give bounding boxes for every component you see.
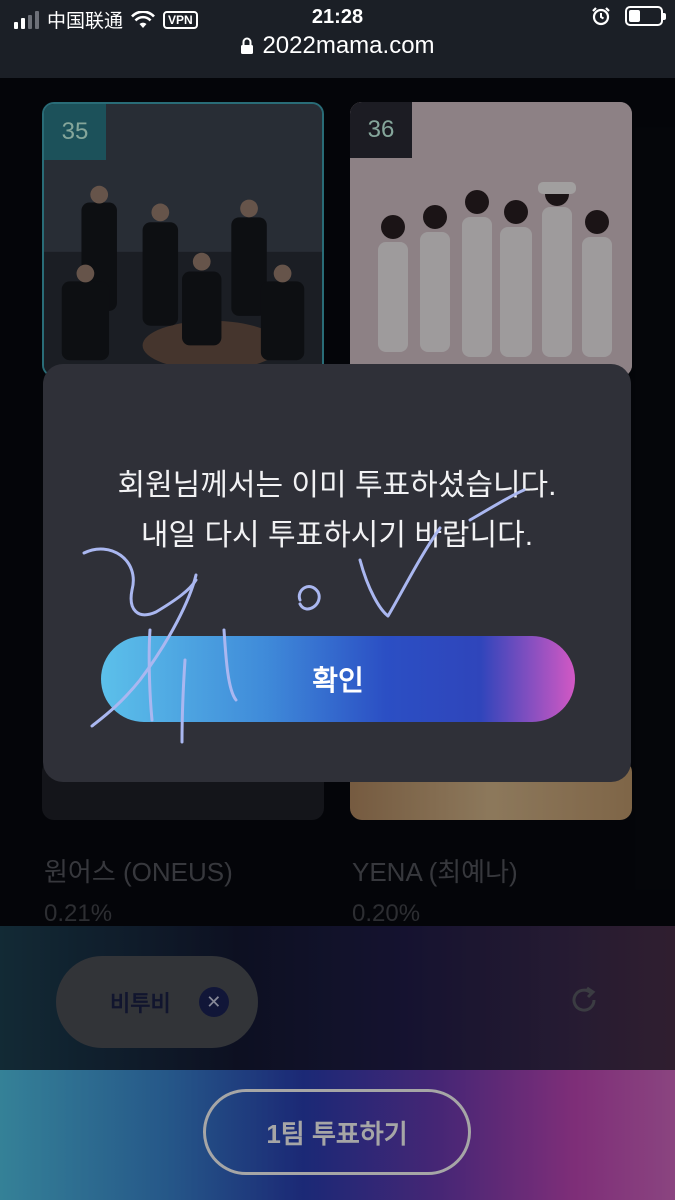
dialog-message-line-2: 내일 다시 투표하시기 바랍니다. — [140, 519, 534, 552]
lock-icon — [241, 37, 254, 54]
clock: 21:28 — [311, 6, 364, 28]
artist-name: 원어스 (ONEUS) — [44, 857, 233, 887]
artist-percent: 0.21% — [44, 900, 113, 927]
artist-name: YENA (최예나) — [352, 857, 518, 887]
chip-label: 비투비 — [110, 991, 171, 1016]
status-right — [591, 6, 666, 26]
battery-icon — [625, 6, 666, 26]
selected-artist-chip[interactable]: 비투비 ✕ — [56, 956, 258, 1048]
artist-card-1[interactable]: 35 — [42, 102, 324, 377]
rank-badge: 36 — [350, 102, 412, 158]
battery-level — [629, 10, 640, 22]
already-voted-dialog: 회원님께서는 이미 투표하셨습니다. 내일 다시 투표하시기 바랍니다. 확인 — [43, 364, 631, 782]
selection-bar: 비투비 ✕ — [0, 926, 675, 1070]
status-bar: 中国联通 VPN 21:28 2022mama.com — [0, 0, 675, 78]
artist-percent: 0.20% — [352, 900, 421, 927]
vote-button[interactable]: 1팀 투표하기 — [203, 1089, 471, 1175]
confirm-button[interactable]: 확인 — [101, 636, 575, 722]
refresh-icon[interactable] — [566, 982, 602, 1018]
dialog-message-line-1: 회원님께서는 이미 투표하셨습니다. — [117, 469, 557, 502]
vote-bar: 1팀 투표하기 — [0, 1070, 675, 1200]
close-icon[interactable]: ✕ — [198, 987, 229, 1017]
screen: 中国联通 VPN 21:28 2022mama.com 35 36 원어스 (O… — [0, 0, 675, 1200]
url-text: 2022mama.com — [262, 32, 435, 59]
artist-card-2[interactable]: 36 — [350, 102, 632, 377]
address-bar[interactable]: 2022mama.com — [0, 32, 675, 60]
alarm-icon — [592, 7, 610, 26]
rank-badge: 35 — [44, 104, 106, 160]
